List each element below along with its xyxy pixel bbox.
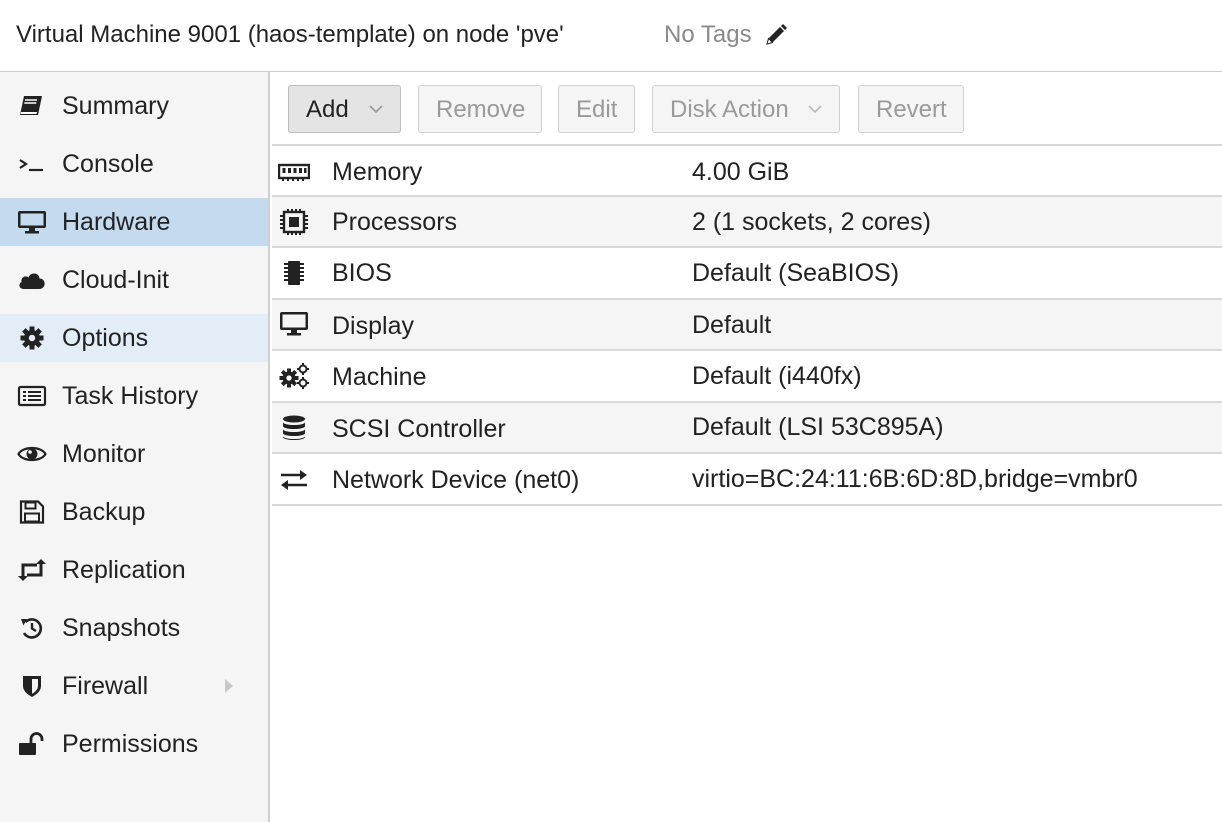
book-icon	[20, 96, 42, 115]
disk-action-button[interactable]: Disk Action	[652, 85, 840, 133]
hardware-panel: Add Remove Edit Disk Action Revert Memor…	[272, 72, 1222, 822]
memory-icon	[278, 163, 310, 181]
tags-label: No Tags	[664, 21, 752, 48]
revert-button[interactable]: Revert	[858, 85, 964, 133]
row-name: BIOS	[332, 259, 392, 287]
edit-button[interactable]: Edit	[558, 85, 635, 133]
sidebar-item-label: Snapshots	[62, 614, 181, 642]
row-value: 2 (1 sockets, 2 cores)	[692, 208, 931, 236]
row-name: Memory	[332, 158, 423, 186]
sidebar-item-permissions[interactable]: Permissions	[0, 720, 268, 768]
retweet-icon	[18, 559, 46, 581]
gears-icon	[279, 363, 309, 389]
row-value: Default (LSI 53C895A)	[692, 413, 944, 441]
gear-icon	[20, 326, 44, 350]
row-value: Default	[692, 311, 772, 339]
sidebar: Summary Console Hardware Cloud-Init Opti…	[0, 72, 270, 822]
row-name: Processors	[332, 208, 458, 236]
row-value: Default (i440fx)	[692, 362, 862, 390]
chevron-down-icon	[369, 105, 383, 114]
sidebar-item-label: Monitor	[62, 440, 146, 468]
row-name: SCSI Controller	[332, 415, 506, 443]
add-button[interactable]: Add	[288, 85, 401, 133]
sidebar-item-monitor[interactable]: Monitor	[0, 430, 268, 478]
pencil-icon[interactable]	[764, 23, 788, 47]
edit-button-label: Edit	[576, 96, 618, 123]
table-row[interactable]: Processors 2 (1 sockets, 2 cores)	[272, 197, 1222, 248]
row-value: virtio=BC:24:11:6B:6D:8D,bridge=vmbr0	[692, 465, 1138, 493]
database-icon	[283, 415, 305, 440]
sidebar-item-label: Task History	[62, 382, 199, 410]
sidebar-item-label: Replication	[62, 556, 186, 584]
row-value: Default (SeaBIOS)	[692, 259, 900, 287]
sidebar-item-options[interactable]: Options	[0, 314, 268, 362]
desktop-icon	[18, 211, 46, 234]
microchip-icon	[284, 261, 304, 285]
chevron-down-icon	[808, 105, 822, 114]
unlock-icon	[19, 732, 44, 755]
table-row[interactable]: Memory 4.00 GiB	[272, 146, 1222, 197]
expand-arrow-icon[interactable]	[222, 676, 236, 696]
row-name: Network Device (net0)	[332, 466, 580, 494]
list-icon	[17, 385, 47, 407]
terminal-icon	[19, 159, 43, 172]
remove-button[interactable]: Remove	[418, 85, 542, 133]
table-row[interactable]: Machine Default (i440fx)	[272, 351, 1222, 403]
add-button-label: Add	[306, 96, 349, 123]
table-row[interactable]: SCSI Controller Default (LSI 53C895A)	[272, 403, 1222, 454]
table-row[interactable]: BIOS Default (SeaBIOS)	[272, 248, 1222, 300]
cloud-icon	[19, 273, 45, 289]
sidebar-item-label: Options	[62, 324, 149, 352]
sidebar-item-snapshots[interactable]: Snapshots	[0, 604, 268, 652]
row-value: 4.00 GiB	[692, 158, 790, 186]
toolbar: Add Remove Edit Disk Action Revert	[272, 72, 1222, 146]
cpu-icon	[280, 209, 308, 235]
table-row[interactable]: Display Default	[272, 300, 1222, 351]
sidebar-item-console[interactable]: Console	[0, 140, 268, 188]
disk-action-button-label: Disk Action	[670, 96, 789, 123]
sidebar-item-cloud-init[interactable]: Cloud-Init	[0, 256, 268, 304]
sidebar-item-backup[interactable]: Backup	[0, 488, 268, 536]
sidebar-item-label: Permissions	[62, 730, 199, 758]
sidebar-item-label: Console	[62, 150, 154, 178]
vm-header: Virtual Machine 9001 (haos-template) on …	[0, 0, 1222, 72]
page-title: Virtual Machine 9001 (haos-template) on …	[16, 21, 564, 48]
history-icon	[21, 618, 42, 639]
hardware-grid: Memory 4.00 GiB Processors 2 (1 sockets,…	[272, 146, 1222, 506]
sidebar-item-task-history[interactable]: Task History	[0, 372, 268, 420]
exchange-icon	[281, 470, 307, 490]
sidebar-item-firewall[interactable]: Firewall	[0, 662, 268, 710]
sidebar-item-summary[interactable]: Summary	[0, 82, 268, 130]
sidebar-item-replication[interactable]: Replication	[0, 546, 268, 594]
row-name: Machine	[332, 363, 427, 391]
sidebar-item-hardware[interactable]: Hardware	[0, 198, 268, 246]
shield-icon	[23, 676, 41, 697]
table-row[interactable]: Network Device (net0) virtio=BC:24:11:6B…	[272, 454, 1222, 506]
desktop-icon	[280, 312, 308, 336]
floppy-icon	[19, 500, 45, 524]
eye-icon	[17, 446, 47, 462]
sidebar-item-label: Summary	[62, 92, 169, 120]
sidebar-item-label: Hardware	[62, 208, 171, 236]
row-name: Display	[332, 312, 414, 340]
remove-button-label: Remove	[436, 96, 526, 123]
sidebar-item-label: Cloud-Init	[62, 266, 169, 294]
revert-button-label: Revert	[876, 96, 947, 123]
sidebar-item-label: Firewall	[62, 672, 149, 700]
sidebar-item-label: Backup	[62, 498, 146, 526]
